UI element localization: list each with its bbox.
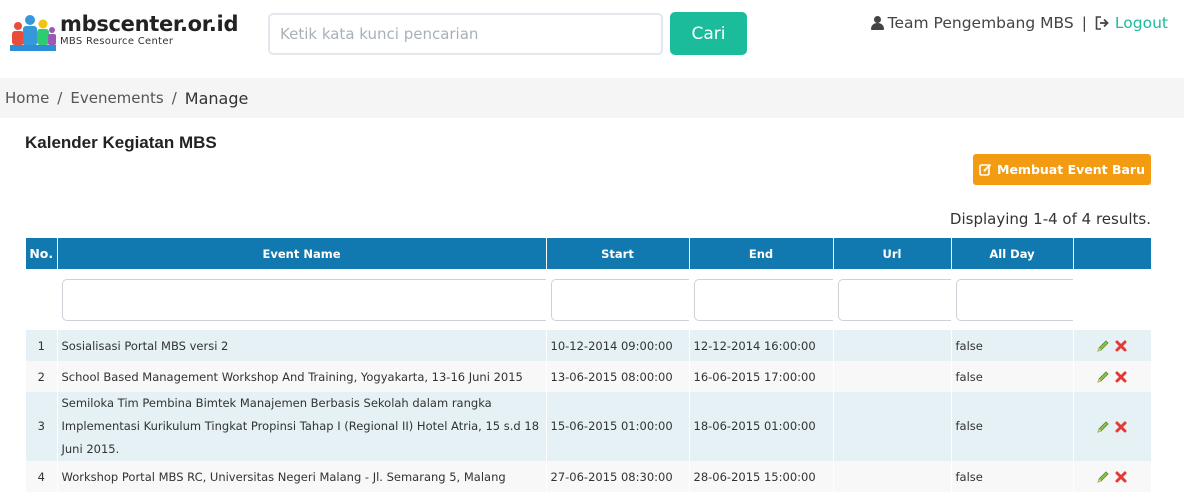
row-actions — [1078, 339, 1147, 353]
table-header-row: No. Event Name Start End Url All Day — [26, 238, 1152, 269]
cell-all-day: false — [951, 392, 1074, 461]
row-actions — [1078, 370, 1147, 384]
breadcrumb-divider: / — [171, 89, 177, 107]
cell-event-name: Sosialisasi Portal MBS versi 2 — [57, 330, 547, 361]
create-event-button[interactable]: Membuat Event Baru — [973, 154, 1151, 185]
breadcrumb-home[interactable]: Home — [5, 89, 49, 107]
row-actions — [1078, 470, 1147, 484]
cell-url — [833, 392, 952, 461]
cell-no: 4 — [26, 461, 58, 492]
site-logo[interactable]: mbscenter.or.id MBS Resource Center — [10, 12, 250, 56]
filter-url-input[interactable] — [837, 278, 966, 321]
row-actions — [1078, 420, 1147, 434]
column-header-end[interactable]: End — [689, 238, 834, 269]
breadcrumb: Home / Evenements / Manage — [0, 78, 1184, 118]
search-button[interactable]: Cari — [670, 12, 747, 55]
cell-end: 12-12-2014 16:00:00 — [689, 330, 834, 361]
cell-all-day: false — [951, 361, 1074, 392]
filter-row — [26, 269, 1152, 330]
filter-end-input[interactable] — [693, 278, 841, 321]
header: mbscenter.or.id MBS Resource Center Cari… — [0, 0, 1184, 78]
search-input[interactable] — [268, 13, 663, 55]
delete-icon[interactable] — [1114, 420, 1128, 434]
user-name[interactable]: Team Pengembang MBS — [888, 14, 1074, 32]
cell-url — [833, 461, 952, 492]
pencil-icon[interactable] — [1096, 470, 1110, 484]
create-event-label: Membuat Event Baru — [997, 162, 1145, 177]
cell-start: 15-06-2015 01:00:00 — [546, 392, 690, 461]
cell-no: 1 — [26, 330, 58, 361]
events-table: No. Event Name Start End Url All Day 1 S… — [26, 238, 1152, 492]
logo-people-icon — [10, 15, 56, 51]
delete-icon[interactable] — [1114, 470, 1128, 484]
column-header-actions — [1073, 238, 1152, 269]
page-title: Kalender Kegiatan MBS — [25, 133, 217, 152]
delete-icon[interactable] — [1114, 370, 1128, 384]
table-row: 2 School Based Management Workshop And T… — [26, 361, 1152, 392]
logout-icon — [1095, 16, 1109, 30]
table-row: 4 Workshop Portal MBS RC, Universitas Ne… — [26, 461, 1152, 492]
separator: | — [1081, 14, 1087, 32]
cell-no: 2 — [26, 361, 58, 392]
column-header-all-day[interactable]: All Day — [951, 238, 1074, 269]
cell-end: 18-06-2015 01:00:00 — [689, 392, 834, 461]
edit-icon — [979, 163, 992, 176]
cell-event-name: Workshop Portal MBS RC, Universitas Nege… — [57, 461, 547, 492]
column-header-start[interactable]: Start — [546, 238, 690, 269]
filter-start-input[interactable] — [550, 278, 698, 321]
logo-title: mbscenter.or.id — [60, 12, 239, 36]
cell-no: 3 — [26, 392, 58, 461]
cell-end: 16-06-2015 17:00:00 — [689, 361, 834, 392]
logout-label: Logout — [1114, 14, 1168, 32]
cell-all-day: false — [951, 330, 1074, 361]
pencil-icon[interactable] — [1096, 339, 1110, 353]
cell-event-name: School Based Management Workshop And Tra… — [57, 361, 547, 392]
breadcrumb-active: Manage — [184, 88, 249, 108]
filter-event-name-input[interactable] — [61, 278, 554, 321]
column-header-event-name[interactable]: Event Name — [57, 238, 547, 269]
user-bar: Team Pengembang MBS | Logout — [870, 14, 1168, 32]
column-header-url[interactable]: Url — [833, 238, 952, 269]
cell-all-day: false — [951, 461, 1074, 492]
table-row: 3 Semiloka Tim Pembina Bimtek Manajemen … — [26, 392, 1152, 461]
cell-end: 28-06-2015 15:00:00 — [689, 461, 834, 492]
cell-start: 13-06-2015 08:00:00 — [546, 361, 690, 392]
user-icon — [870, 16, 884, 30]
pencil-icon[interactable] — [1096, 370, 1110, 384]
cell-url — [833, 330, 952, 361]
breadcrumb-divider: / — [57, 89, 63, 107]
cell-start: 10-12-2014 09:00:00 — [546, 330, 690, 361]
logo-subtitle: MBS Resource Center — [60, 36, 174, 47]
delete-icon[interactable] — [1114, 339, 1128, 353]
cell-event-name: Semiloka Tim Pembina Bimtek Manajemen Be… — [57, 392, 547, 461]
breadcrumb-evenements[interactable]: Evenements — [70, 89, 163, 107]
filter-all-day-input[interactable] — [955, 278, 1084, 321]
results-summary: Displaying 1-4 of 4 results. — [949, 210, 1151, 228]
pencil-icon[interactable] — [1096, 420, 1110, 434]
column-header-no[interactable]: No. — [26, 238, 58, 269]
cell-url — [833, 361, 952, 392]
logout-link[interactable]: Logout — [1095, 14, 1168, 32]
table-row: 1 Sosialisasi Portal MBS versi 2 10-12-2… — [26, 330, 1152, 361]
cell-start: 27-06-2015 08:30:00 — [546, 461, 690, 492]
